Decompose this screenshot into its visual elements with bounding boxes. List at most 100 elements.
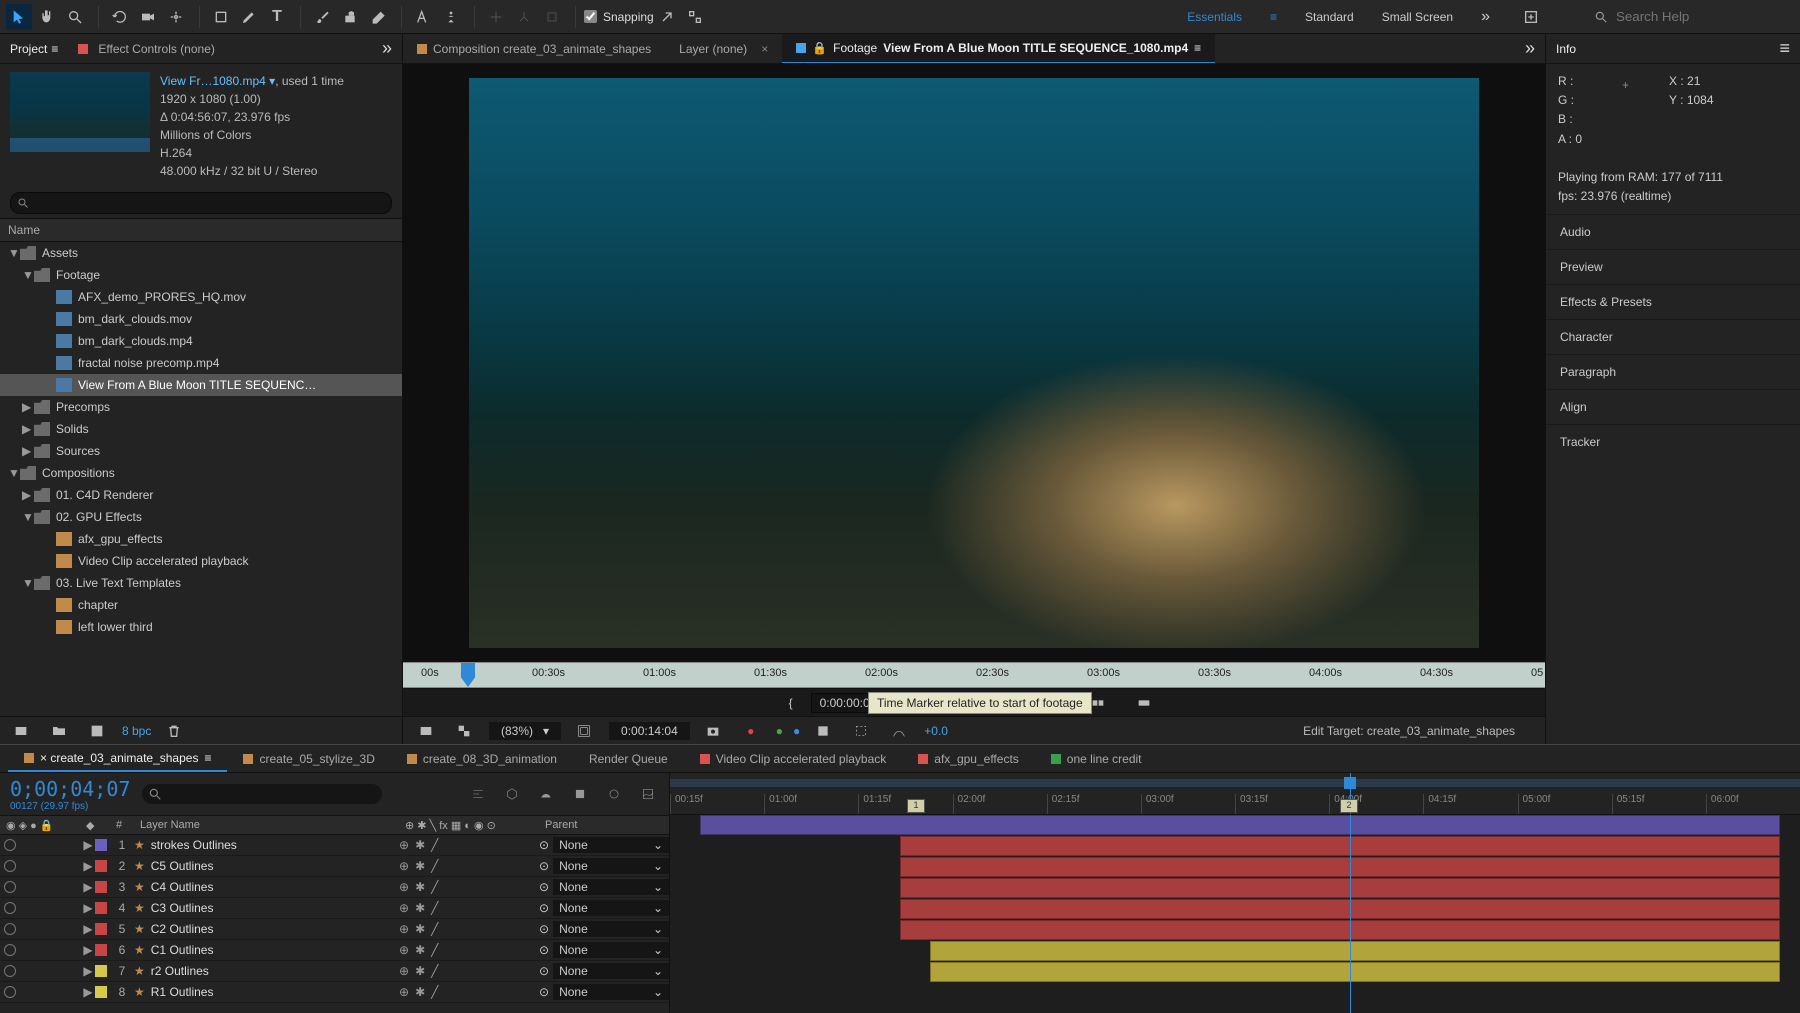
tree-item[interactable]: left lower third — [0, 616, 402, 638]
timeline-tab[interactable]: Render Queue — [573, 745, 684, 772]
trash-icon[interactable] — [161, 718, 187, 744]
tree-item[interactable]: ▶Precomps — [0, 396, 402, 418]
tree-item[interactable]: ▼Footage — [0, 264, 402, 286]
layer-row[interactable]: ▶ 3 ★C4 Outlines ⊕✱╱ ⊙None⌄ — [0, 877, 669, 898]
tree-item[interactable]: fractal noise precomp.mp4 — [0, 352, 402, 374]
parent-dropdown[interactable]: None⌄ — [553, 942, 669, 958]
layer-bar[interactable] — [930, 941, 1780, 961]
tree-item[interactable]: bm_dark_clouds.mp4 — [0, 330, 402, 352]
search-help-input[interactable] — [1616, 9, 1793, 24]
asset-title[interactable]: View Fr…1080.mp4 ▾ — [160, 74, 275, 88]
tree-item[interactable]: chapter — [0, 594, 402, 616]
shy-icon[interactable] — [535, 783, 557, 805]
project-col-name[interactable]: Name — [0, 218, 402, 242]
edit-target[interactable]: Edit Target: create_03_animate_shapes — [1303, 724, 1515, 738]
tree-item[interactable]: ▶Solids — [0, 418, 402, 440]
roto-tool-icon[interactable] — [410, 4, 436, 30]
lock-icon[interactable]: 🔒 — [812, 41, 827, 55]
panel-effects-presets[interactable]: Effects & Presets — [1546, 284, 1800, 319]
interpret-footage-icon[interactable] — [8, 718, 34, 744]
exposure[interactable]: +0.0 — [924, 724, 948, 738]
panel-character[interactable]: Character — [1546, 319, 1800, 354]
set-in-icon[interactable]: { — [789, 696, 793, 710]
selection-tool-icon[interactable] — [6, 4, 32, 30]
tree-item[interactable]: ▶01. C4D Renderer — [0, 484, 402, 506]
layer-row[interactable]: ▶ 5 ★C2 Outlines ⊕✱╱ ⊙None⌄ — [0, 919, 669, 940]
motion-blur-icon[interactable] — [603, 783, 625, 805]
timeline-search[interactable] — [142, 784, 382, 804]
layer-row[interactable]: ▶ 8 ★R1 Outlines ⊕✱╱ ⊙None⌄ — [0, 982, 669, 1003]
local-axis-icon[interactable] — [483, 4, 509, 30]
current-time[interactable]: 0:00:14:04 — [609, 722, 690, 740]
snap-edges-icon[interactable] — [682, 4, 708, 30]
graph-editor-icon[interactable] — [637, 783, 659, 805]
asset-thumbnail[interactable] — [10, 72, 150, 152]
world-axis-icon[interactable] — [511, 4, 537, 30]
puppet-tool-icon[interactable] — [438, 4, 464, 30]
timeline-tab[interactable]: × create_03_animate_shapes ≡ — [8, 745, 227, 772]
tree-item[interactable]: Video Clip accelerated playback — [0, 550, 402, 572]
brush-tool-icon[interactable] — [309, 4, 335, 30]
zoom-dropdown[interactable]: (83%) ▾ — [489, 722, 561, 740]
rotate-tool-icon[interactable] — [107, 4, 133, 30]
project-search[interactable] — [10, 192, 392, 214]
tree-item[interactable]: ▼03. Live Text Templates — [0, 572, 402, 594]
panel-paragraph[interactable]: Paragraph — [1546, 354, 1800, 389]
workspace-small[interactable]: Small Screen — [1382, 10, 1453, 24]
footage-time-ruler[interactable]: 00s00:30s01:00s01:30s02:00s02:30s03:00s0… — [403, 662, 1545, 688]
layer-bar[interactable] — [900, 878, 1780, 898]
track-playhead[interactable] — [1350, 815, 1351, 1013]
composition-tab[interactable]: Composition create_03_animate_shapes — [403, 34, 665, 63]
workspace-standard[interactable]: Standard — [1305, 10, 1354, 24]
timeline-tab[interactable]: create_08_3D_animation — [391, 745, 573, 772]
project-tree[interactable]: ▼Assets▼FootageAFX_demo_PRORES_HQ.movbm_… — [0, 242, 402, 716]
roi-icon[interactable] — [848, 718, 874, 744]
panel-align[interactable]: Align — [1546, 389, 1800, 424]
viewport[interactable] — [403, 64, 1545, 662]
parent-dropdown[interactable]: None⌄ — [553, 963, 669, 979]
tree-item[interactable]: ▶Sources — [0, 440, 402, 462]
text-tool-icon[interactable]: T — [264, 4, 290, 30]
timeline-tab[interactable]: create_05_stylize_3D — [227, 745, 390, 772]
tree-item[interactable]: bm_dark_clouds.mov — [0, 308, 402, 330]
grid-icon[interactable] — [886, 718, 912, 744]
parent-dropdown[interactable]: None⌄ — [553, 837, 669, 853]
layer-bar[interactable] — [900, 857, 1780, 877]
comp-marker[interactable]: 1 — [907, 799, 925, 813]
snap-opts-icon[interactable] — [654, 4, 680, 30]
layer-list[interactable]: ▶ 1 ★strokes Outlines ⊕✱╱ ⊙None⌄ ▶ 2 ★C5… — [0, 835, 669, 1003]
workspace-essentials[interactable]: Essentials — [1187, 10, 1242, 24]
rect-tool-icon[interactable] — [208, 4, 234, 30]
comp-marker[interactable]: 2 — [1340, 799, 1358, 813]
panel-preview[interactable]: Preview — [1546, 249, 1800, 284]
transparency-grid-icon[interactable] — [451, 718, 477, 744]
draft3d-icon[interactable] — [501, 783, 523, 805]
tree-item[interactable]: View From A Blue Moon TITLE SEQUENC… — [0, 374, 402, 396]
camera-tool-icon[interactable] — [135, 4, 161, 30]
workspace-overflow-icon[interactable]: » — [1481, 8, 1490, 26]
workspace-menu-icon[interactable]: ≡ — [1270, 10, 1277, 24]
zoom-tool-icon[interactable] — [62, 4, 88, 30]
playhead-icon[interactable] — [461, 663, 475, 687]
tree-item[interactable]: ▼Assets — [0, 242, 402, 264]
timeline-tab[interactable]: afx_gpu_effects — [902, 745, 1035, 772]
layer-row[interactable]: ▶ 2 ★C5 Outlines ⊕✱╱ ⊙None⌄ — [0, 856, 669, 877]
sync-settings-icon[interactable] — [1518, 4, 1544, 30]
layer-bar[interactable] — [900, 899, 1780, 919]
timeline-tab[interactable]: Video Clip accelerated playback — [684, 745, 903, 772]
project-overflow-icon[interactable]: » — [382, 38, 392, 59]
tree-item[interactable]: ▼02. GPU Effects — [0, 506, 402, 528]
tree-item[interactable]: AFX_demo_PRORES_HQ.mov — [0, 286, 402, 308]
layer-row[interactable]: ▶ 1 ★strokes Outlines ⊕✱╱ ⊙None⌄ — [0, 835, 669, 856]
parent-dropdown[interactable]: None⌄ — [553, 879, 669, 895]
layer-tab[interactable]: Layer (none)× — [665, 34, 782, 63]
footage-tab[interactable]: 🔒 Footage View From A Blue Moon TITLE SE… — [782, 34, 1215, 63]
frame-blend-icon[interactable] — [569, 783, 591, 805]
pen-tool-icon[interactable] — [236, 4, 262, 30]
comp-mini-flow-icon[interactable] — [467, 783, 489, 805]
layer-bar[interactable] — [900, 920, 1780, 940]
panel-tracker[interactable]: Tracker — [1546, 424, 1800, 459]
clone-tool-icon[interactable] — [337, 4, 363, 30]
timeline-tab[interactable]: one line credit — [1035, 745, 1158, 772]
layer-bar[interactable] — [930, 962, 1780, 982]
